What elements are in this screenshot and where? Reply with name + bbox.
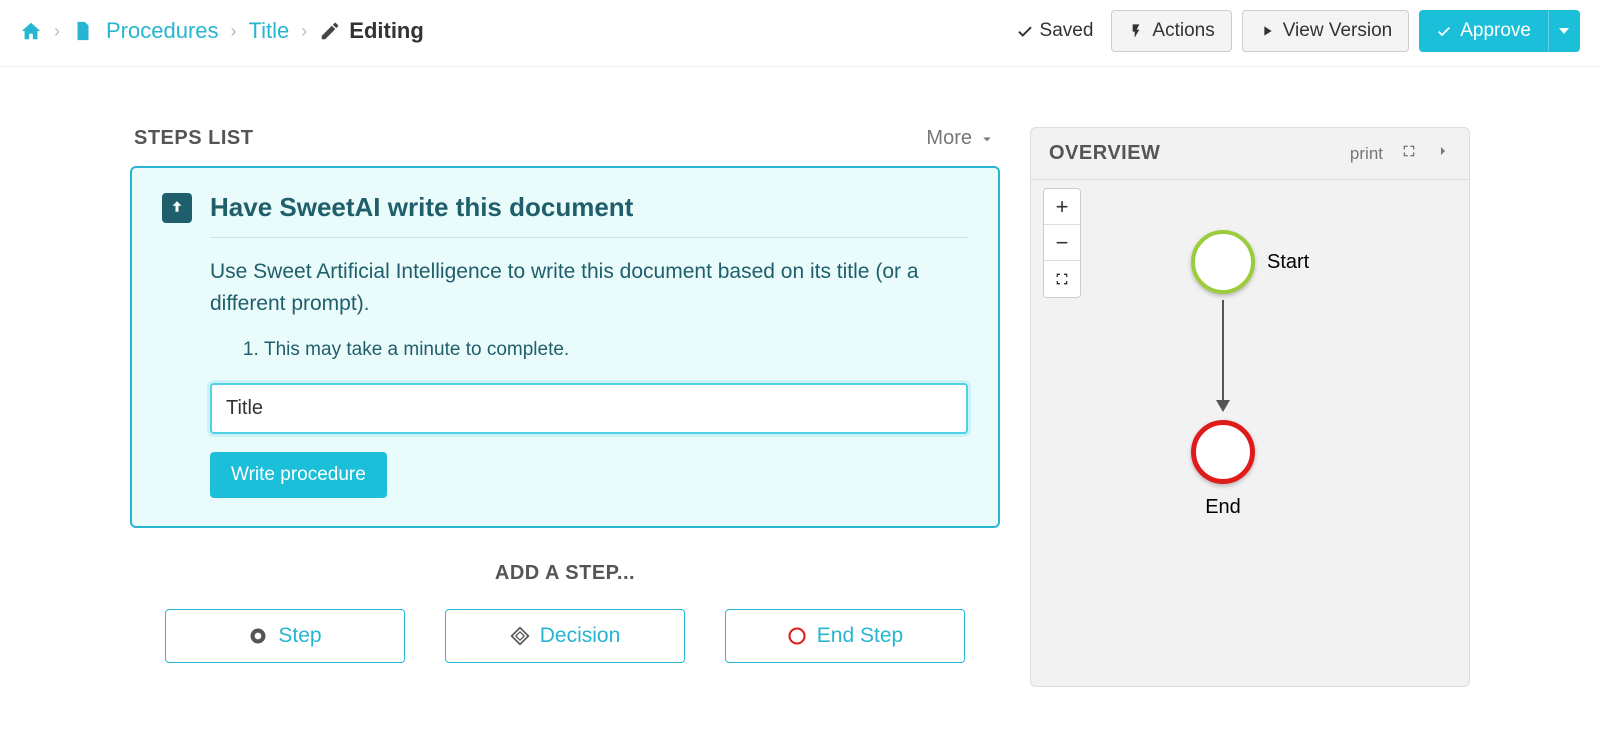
flow-diagram[interactable]: Start End: [1031, 180, 1469, 680]
ai-card-description: Use Sweet Artificial Intelligence to wri…: [210, 256, 968, 319]
add-step-label: Step: [278, 624, 321, 648]
saved-indicator: Saved: [1016, 20, 1094, 42]
breadcrumb: › Procedures › Title › Editing: [20, 18, 424, 44]
add-decision-button[interactable]: Decision: [445, 609, 685, 663]
breadcrumb-title[interactable]: Title: [249, 18, 290, 44]
breadcrumb-current-label: Editing: [349, 18, 424, 44]
add-step-button[interactable]: Step: [165, 609, 405, 663]
upload-icon: [162, 193, 192, 223]
flow-node-start[interactable]: Start: [1191, 230, 1309, 294]
ai-card-title: Have SweetAI write this document: [210, 192, 633, 223]
print-button[interactable]: print: [1350, 144, 1383, 164]
view-version-button[interactable]: View Version: [1242, 10, 1410, 52]
ai-card-notes: This may take a minute to complete.: [264, 339, 968, 361]
chevron-down-icon: [978, 130, 996, 148]
add-step-heading: ADD A STEP...: [130, 562, 1000, 585]
steps-column: STEPS LIST More Have SweetAI write this …: [130, 127, 1000, 663]
flow-arrow: [1222, 300, 1224, 410]
bolt-icon: [1128, 23, 1144, 39]
overview-heading: OVERVIEW: [1049, 142, 1160, 165]
steps-header: STEPS LIST More: [130, 127, 1000, 150]
end-node-circle: [1191, 420, 1255, 484]
decision-icon: [510, 626, 530, 646]
saved-label: Saved: [1040, 20, 1094, 42]
home-icon[interactable]: [20, 20, 42, 42]
step-icon: [248, 626, 268, 646]
breadcrumb-separator: ›: [301, 21, 307, 42]
pencil-icon: [319, 20, 341, 42]
approve-button-group: Approve: [1419, 10, 1580, 52]
steps-more-button[interactable]: More: [926, 127, 996, 150]
add-step-row: Step Decision End Step: [130, 609, 1000, 663]
breadcrumb-separator: ›: [231, 21, 237, 42]
ai-card-header: Have SweetAI write this document: [162, 192, 968, 223]
breadcrumb-separator: ›: [54, 21, 60, 42]
end-step-icon: [787, 626, 807, 646]
check-icon: [1016, 22, 1034, 40]
write-procedure-button[interactable]: Write procedure: [210, 452, 387, 498]
main-content: STEPS LIST More Have SweetAI write this …: [0, 67, 1600, 707]
view-version-label: View Version: [1283, 20, 1393, 42]
ai-prompt-input[interactable]: [210, 383, 968, 434]
overview-panel: OVERVIEW print + − Start: [1030, 127, 1470, 687]
more-label: More: [926, 127, 972, 150]
approve-dropdown-button[interactable]: [1548, 10, 1580, 52]
fullscreen-icon[interactable]: [1401, 143, 1417, 164]
approve-label: Approve: [1460, 20, 1531, 42]
steps-heading: STEPS LIST: [134, 127, 253, 150]
actions-button[interactable]: Actions: [1111, 10, 1231, 52]
chevron-right-icon[interactable]: [1435, 143, 1451, 164]
file-icon: [72, 20, 94, 42]
play-icon: [1259, 23, 1275, 39]
check-icon: [1436, 23, 1452, 39]
end-node-label: End: [1205, 496, 1241, 519]
start-node-label: Start: [1267, 251, 1309, 274]
topbar-actions: Saved Actions View Version Approve: [1016, 10, 1580, 52]
add-end-step-button[interactable]: End Step: [725, 609, 965, 663]
chevron-down-icon: [1559, 28, 1569, 34]
add-decision-label: Decision: [540, 624, 621, 648]
actions-label: Actions: [1152, 20, 1214, 42]
breadcrumb-procedures[interactable]: Procedures: [106, 18, 219, 44]
overview-actions: print: [1350, 143, 1451, 164]
overview-header: OVERVIEW print: [1031, 128, 1469, 180]
breadcrumb-editing: Editing: [319, 18, 424, 44]
add-end-step-label: End Step: [817, 624, 903, 648]
flow-node-end[interactable]: End: [1191, 420, 1255, 519]
approve-button[interactable]: Approve: [1419, 10, 1548, 52]
top-bar: › Procedures › Title › Editing Saved Act…: [0, 0, 1600, 67]
ai-card-body: Use Sweet Artificial Intelligence to wri…: [210, 237, 968, 498]
ai-card: Have SweetAI write this document Use Swe…: [130, 166, 1000, 528]
start-node-circle: [1191, 230, 1255, 294]
ai-card-note-1: This may take a minute to complete.: [264, 339, 968, 361]
